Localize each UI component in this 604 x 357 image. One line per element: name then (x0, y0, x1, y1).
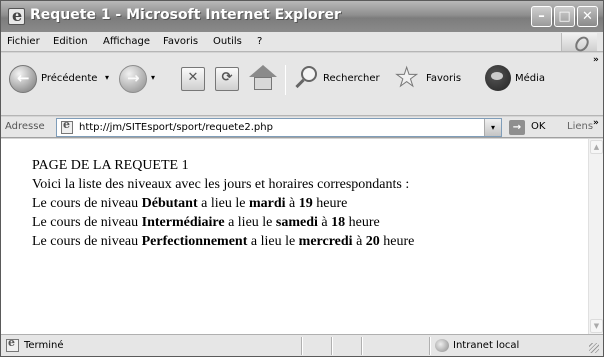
course-hour: 18 (331, 215, 346, 230)
links-button[interactable]: Liens (567, 121, 593, 132)
toolbar-separator (285, 65, 286, 95)
intranet-zone-icon (435, 339, 449, 352)
home-wall-icon (254, 77, 272, 90)
course-day: mardi (248, 196, 286, 211)
search-label: Rechercher (323, 73, 380, 84)
page-icon (61, 118, 73, 134)
status-divider (301, 337, 303, 355)
toolbar-more-chevron-icon[interactable]: » (593, 55, 599, 65)
minimize-button[interactable]: – (531, 6, 552, 27)
favorites-label: Favoris (426, 73, 462, 84)
go-arrow-icon[interactable]: → (509, 120, 525, 135)
back-dropdown-icon[interactable]: ▾ (105, 73, 109, 82)
scroll-up-icon[interactable]: ▲ (590, 140, 603, 154)
menu-bar: Fichier Edition Affichage Favoris Outils… (1, 32, 603, 52)
course-level: Débutant (141, 196, 198, 211)
status-divider (361, 337, 363, 355)
course-line: Le cours de niveau Débutant a lieu le ma… (32, 196, 348, 211)
close-button[interactable]: ✕ (577, 6, 598, 27)
stop-icon: ✕ (187, 70, 199, 85)
menu-favoris[interactable]: Favoris (163, 36, 198, 47)
course-day: samedi (275, 215, 318, 230)
address-label: Adresse (5, 121, 45, 132)
media-label: Média (515, 73, 546, 84)
status-divider (331, 337, 333, 355)
scroll-down-icon[interactable]: ▼ (590, 319, 603, 333)
course-level: Perfectionnement (141, 234, 248, 249)
course-line: Le cours de niveau Perfectionnement a li… (32, 234, 415, 249)
course-line: Le cours de niveau Intermédiaire a lieu … (32, 215, 380, 230)
title-bar[interactable]: Requete 1 - Microsoft Internet Explorer … (1, 1, 603, 32)
links-chevron-icon[interactable]: » (593, 118, 599, 128)
forward-arrow-icon: → (119, 65, 147, 93)
status-bar: Terminé Intranet local (1, 334, 603, 356)
status-text: Terminé (24, 340, 64, 351)
search-icon (295, 65, 319, 91)
browser-window: Requete 1 - Microsoft Internet Explorer … (0, 0, 604, 357)
menu-edition[interactable]: Edition (53, 36, 88, 47)
refresh-icon: ⟳ (221, 70, 233, 85)
menu-outils[interactable]: Outils (213, 36, 242, 47)
menu-fichier[interactable]: Fichier (7, 36, 40, 47)
menu-help[interactable]: ? (257, 36, 262, 47)
back-label: Précédente (41, 73, 98, 84)
stop-button[interactable]: ✕ (181, 67, 205, 91)
resize-grip-icon[interactable] (589, 343, 599, 353)
home-roof-icon (249, 65, 277, 77)
star-icon: ★ (394, 63, 419, 94)
back-arrow-icon: ← (9, 65, 37, 93)
window-title: Requete 1 - Microsoft Internet Explorer (30, 7, 341, 23)
forward-dropdown-icon[interactable]: ▾ (151, 73, 155, 82)
media-icon (485, 65, 511, 91)
internet-explorer-icon[interactable] (8, 6, 25, 25)
course-level: Intermédiaire (141, 215, 225, 230)
address-bar: Adresse http://jm/SITEsport/sport/requet… (1, 117, 603, 138)
address-dropdown-icon[interactable]: ▾ (484, 119, 501, 136)
home-button[interactable] (249, 65, 277, 91)
toolbar: ← Précédente ▾ → ▾ ✕ ⟳ Rechercher ★ Favo… (1, 53, 603, 116)
address-input[interactable]: http://jm/SITEsport/sport/requete2.php ▾ (56, 118, 502, 137)
go-button[interactable]: OK (531, 121, 545, 132)
maximize-button[interactable]: □ (554, 6, 575, 27)
menu-affichage[interactable]: Affichage (103, 36, 150, 47)
course-hour: 20 (365, 234, 380, 249)
vertical-scrollbar[interactable]: ▲ ▼ (588, 139, 603, 334)
course-hour: 19 (298, 196, 313, 211)
address-url[interactable]: http://jm/SITEsport/sport/requete2.php (79, 122, 273, 133)
course-day: mercredi (298, 234, 353, 249)
intro-text: Voici la liste des niveaux avec les jour… (32, 177, 410, 192)
page-heading: PAGE DE LA REQUETE 1 (32, 158, 189, 173)
windows-logo-icon (561, 33, 597, 51)
status-page-icon (6, 336, 19, 352)
page-content: PAGE DE LA REQUETE 1 Voici la liste des … (1, 139, 588, 334)
status-divider (429, 337, 431, 355)
refresh-button[interactable]: ⟳ (215, 67, 239, 91)
security-zone: Intranet local (453, 340, 520, 351)
